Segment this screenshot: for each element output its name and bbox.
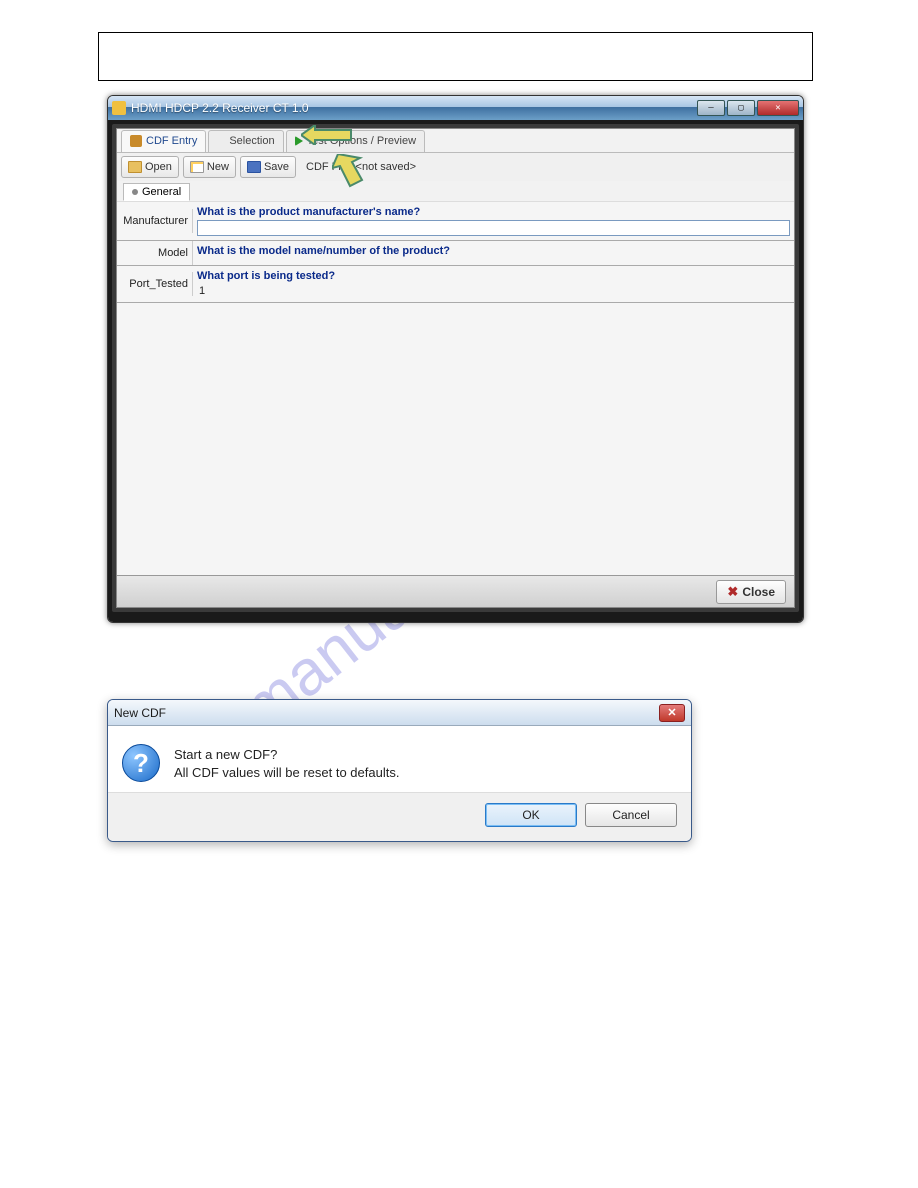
- field-label: Manufacturer: [117, 209, 193, 233]
- dialog-buttons: OK Cancel: [108, 792, 691, 841]
- ok-button[interactable]: OK: [485, 803, 577, 827]
- button-label: New: [207, 161, 229, 173]
- new-button[interactable]: New: [183, 156, 236, 178]
- port-tested-value: 1: [197, 284, 790, 298]
- close-label: Close: [742, 585, 775, 599]
- folder-open-icon: [128, 161, 142, 173]
- open-button[interactable]: Open: [121, 156, 179, 178]
- button-label: Open: [145, 161, 172, 173]
- dialog-title-text: New CDF: [114, 706, 166, 720]
- tab-selection[interactable]: Selection: [208, 130, 283, 152]
- play-icon: [295, 136, 303, 146]
- toolbar: Open New Save CDF File: <not saved>: [117, 153, 794, 181]
- new-file-icon: [190, 161, 204, 173]
- subtab-general[interactable]: General: [123, 183, 190, 201]
- dialog-message: Start a new CDF? All CDF values will be …: [174, 744, 399, 782]
- maximize-button[interactable]: ▢: [727, 100, 755, 116]
- window-title: HDMI HDCP 2.2 Receiver CT 1.0: [131, 101, 309, 115]
- close-x-icon: ✖: [727, 584, 738, 600]
- tab-label: Test Options / Preview: [307, 135, 416, 147]
- empty-header-box: [98, 32, 813, 81]
- button-label: Save: [264, 161, 289, 173]
- field-label: Model: [117, 241, 193, 265]
- dialog-titlebar[interactable]: New CDF ✕: [108, 700, 691, 726]
- manufacturer-input[interactable]: [197, 220, 790, 236]
- new-cdf-dialog: New CDF ✕ ? Start a new CDF? All CDF val…: [107, 699, 692, 842]
- dialog-line2: All CDF values will be reset to defaults…: [174, 764, 399, 782]
- titlebar[interactable]: HDMI HDCP 2.2 Receiver CT 1.0 — ▢ ✕: [108, 96, 803, 120]
- cancel-button[interactable]: Cancel: [585, 803, 677, 827]
- cdf-file-status: CDF File: <not saved>: [306, 161, 416, 173]
- save-icon: [247, 161, 261, 173]
- bullet-icon: [132, 189, 138, 195]
- row-port-tested: Port_Tested What port is being tested? 1: [117, 266, 794, 303]
- bottom-bar: ✖ Close: [117, 575, 794, 607]
- minimize-button[interactable]: —: [697, 100, 725, 116]
- tab-cdf-entry[interactable]: CDF Entry: [121, 130, 206, 152]
- dialog-body: ? Start a new CDF? All CDF values will b…: [108, 726, 691, 792]
- row-model: Model What is the model name/number of t…: [117, 241, 794, 266]
- close-button[interactable]: ✖ Close: [716, 580, 786, 604]
- main-tabs: CDF Entry Selection Test Options / Previ…: [117, 129, 794, 153]
- field-question: What port is being tested?: [197, 268, 790, 284]
- main-window: HDMI HDCP 2.2 Receiver CT 1.0 — ▢ ✕ CDF …: [107, 95, 804, 623]
- field-label: Port_Tested: [117, 272, 193, 296]
- window-controls: — ▢ ✕: [697, 100, 799, 116]
- field-question: What is the product manufacturer's name?: [197, 204, 790, 220]
- subtab-strip: General: [117, 181, 794, 201]
- subtab-label: General: [142, 186, 181, 198]
- tab-test-options[interactable]: Test Options / Preview: [286, 130, 425, 152]
- tab-label: Selection: [229, 135, 274, 147]
- save-button[interactable]: Save: [240, 156, 296, 178]
- row-manufacturer: Manufacturer What is the product manufac…: [117, 202, 794, 241]
- cdf-icon: [130, 135, 142, 147]
- tab-label: CDF Entry: [146, 135, 197, 147]
- field-question: What is the model name/number of the pro…: [197, 243, 790, 259]
- dialog-close-button[interactable]: ✕: [659, 704, 685, 722]
- dialog-line1: Start a new CDF?: [174, 746, 399, 764]
- close-window-button[interactable]: ✕: [757, 100, 799, 116]
- app-icon: [112, 101, 126, 115]
- question-icon: ?: [122, 744, 160, 782]
- form-area: Manufacturer What is the product manufac…: [117, 201, 794, 575]
